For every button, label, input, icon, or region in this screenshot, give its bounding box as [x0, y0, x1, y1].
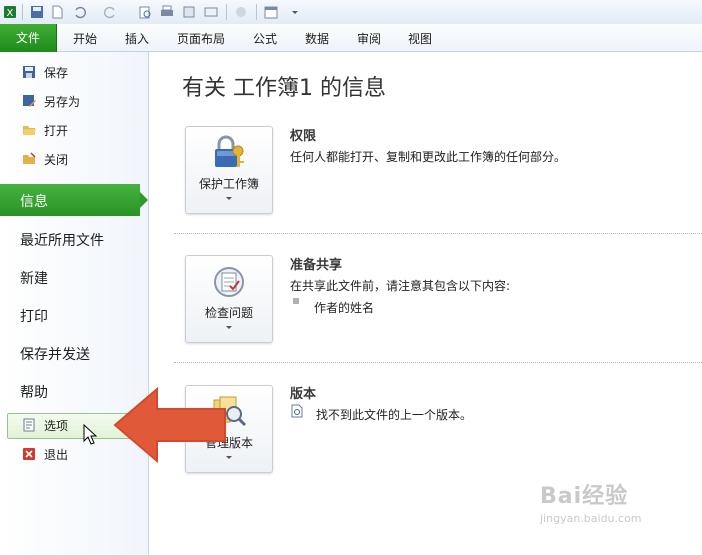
redo-icon[interactable] [104, 5, 118, 19]
close-folder-icon [23, 152, 36, 164]
nav-info[interactable]: 信息 [0, 184, 148, 216]
section-description: 在共享此文件前，请注意其包含以下内容: [290, 279, 511, 293]
save-icon[interactable] [30, 5, 44, 19]
nav-label: 另存为 [44, 94, 81, 109]
section-bullet: 作者的姓名 [314, 301, 375, 315]
divider [174, 362, 702, 363]
nav-recent[interactable]: 最近所用文件 [20, 230, 104, 250]
checklist-icon [214, 267, 244, 297]
nav-label: 保存 [44, 65, 69, 80]
watermark-brand: Bai经验 [540, 484, 629, 509]
tab-formulas[interactable]: 公式 [253, 30, 277, 47]
tab-file[interactable]: 文件 [0, 24, 57, 52]
tab-insert[interactable]: 插入 [125, 30, 149, 47]
nav-new[interactable]: 新建 [20, 268, 48, 288]
page-title: 有关 工作簿1 的信息 [182, 76, 386, 101]
section-description: 任何人都能打开、复制和更改此工作簿的任何部分。 [290, 150, 567, 164]
calendar-icon[interactable] [264, 5, 278, 19]
nav-save-as[interactable]: 另存为 [22, 91, 80, 111]
spelling-icon[interactable] [182, 5, 196, 19]
save-icon [23, 66, 35, 78]
nav-label: 退出 [44, 447, 69, 462]
mouse-cursor-icon [83, 424, 97, 445]
camera-icon[interactable] [234, 5, 248, 19]
form-icon[interactable] [204, 5, 218, 19]
exit-icon [23, 448, 35, 460]
dropdown-arrow-icon [226, 197, 232, 200]
tab-home[interactable]: 开始 [73, 30, 97, 47]
nav-save[interactable]: 保存 [22, 62, 68, 82]
nav-help[interactable]: 帮助 [20, 382, 48, 402]
new-document-icon[interactable] [50, 5, 64, 19]
toolbar-separator [22, 4, 23, 20]
protect-workbook-button[interactable]: 保护工作簿 [185, 126, 273, 214]
check-for-issues-button[interactable]: 检查问题 [185, 255, 273, 343]
bullet-icon [293, 298, 299, 304]
options-icon [23, 418, 35, 432]
annotation-arrow [113, 386, 226, 464]
nav-label: 关闭 [44, 152, 69, 167]
button-label: 保护工作簿 [198, 177, 259, 191]
print-icon[interactable] [160, 5, 174, 19]
customize-toolbar-icon[interactable] [288, 5, 302, 19]
dropdown-arrow-icon [226, 326, 232, 329]
tab-page-layout[interactable]: 页面布局 [177, 30, 225, 47]
toolbar-separator [256, 4, 257, 20]
section-title: 准备共享 [290, 258, 343, 273]
nav-label: 打开 [44, 123, 69, 138]
open-folder-icon [23, 126, 36, 135]
nav-print[interactable]: 打印 [20, 306, 48, 326]
watermark-url: jingyan.baidu.com [540, 512, 642, 525]
tab-review[interactable]: 审阅 [357, 30, 381, 47]
nav-open[interactable]: 打开 [22, 120, 68, 140]
nav-save-and-send[interactable]: 保存并发送 [20, 344, 90, 364]
print-preview-icon[interactable] [138, 5, 152, 19]
svg-text:X: X [7, 8, 14, 19]
section-title: 版本 [290, 387, 317, 402]
nav-close[interactable]: 关闭 [22, 149, 68, 169]
excel-icon[interactable]: X [3, 5, 17, 19]
nav-label: 选项 [44, 418, 69, 433]
section-title: 权限 [290, 129, 317, 144]
nav-label: 信息 [20, 194, 48, 210]
quick-access-toolbar: X [0, 0, 702, 25]
button-label: 检查问题 [204, 306, 253, 320]
undo-icon[interactable] [72, 5, 86, 19]
nav-options-content[interactable]: 选项 [22, 415, 68, 435]
nav-exit[interactable]: 退出 [22, 444, 68, 464]
watermark: Bai经验 jingyan.baidu.com [540, 478, 642, 525]
section-description: 找不到此文件的上一个版本。 [316, 408, 473, 422]
tab-data[interactable]: 数据 [305, 30, 329, 47]
tab-view[interactable]: 视图 [408, 30, 432, 47]
toolbar-separator [226, 4, 227, 20]
divider [174, 233, 702, 234]
save-as-icon [23, 95, 36, 107]
lock-key-icon [215, 135, 244, 167]
ribbon-tab-bar: 开始 插入 页面布局 公式 数据 审阅 视图 [0, 24, 702, 52]
version-doc-icon [291, 404, 303, 418]
